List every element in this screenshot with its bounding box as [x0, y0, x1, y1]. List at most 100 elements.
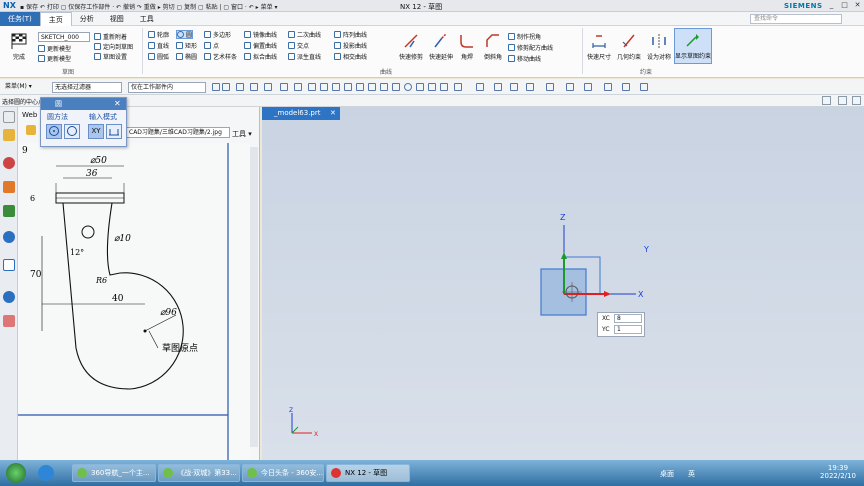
conic-button[interactable]: 二次曲线	[288, 30, 321, 39]
xc-input[interactable]: 8	[614, 314, 642, 323]
move-curve-button[interactable]: 移动曲线	[508, 54, 541, 63]
intersection-snap-icon[interactable]	[356, 83, 364, 91]
task-nx[interactable]: NX 12 - 草图	[326, 464, 410, 482]
ellipse-button[interactable]: 椭圆	[176, 52, 197, 61]
endpoint-icon[interactable]	[320, 83, 328, 91]
print-icon[interactable]	[852, 96, 861, 105]
intersection-point-button[interactable]: 交点	[288, 41, 309, 50]
tab-analysis[interactable]: 分析	[72, 12, 102, 26]
task-browser-1[interactable]: 360导航_一个主...	[72, 464, 156, 482]
tab-view[interactable]: 视图	[102, 12, 132, 26]
section-icon[interactable]	[622, 83, 630, 91]
polygon-button[interactable]: 多边形	[204, 30, 231, 39]
update-model-button-2[interactable]: 更新模型	[38, 54, 71, 63]
tab-home[interactable]: 主页	[39, 12, 72, 26]
tab-tools[interactable]: 工具	[132, 12, 162, 26]
shaded-icon[interactable]	[584, 83, 592, 91]
angle-snap-icon[interactable]	[392, 83, 400, 91]
grid-icon[interactable]	[308, 83, 316, 91]
control-point-icon[interactable]	[344, 83, 352, 91]
rotate-icon[interactable]	[526, 83, 534, 91]
cursor-icon[interactable]	[250, 83, 258, 91]
part-file-tab[interactable]: _model63.prt ✕	[262, 107, 340, 120]
spline-button[interactable]: 艺术样条	[204, 52, 237, 61]
pan-icon[interactable]	[264, 83, 272, 91]
parameter-mode-button[interactable]	[106, 124, 122, 139]
arc-button[interactable]: 圆弧	[148, 52, 169, 61]
derived-line-button[interactable]: 派生直线	[288, 52, 321, 61]
point-button[interactable]: 点	[204, 41, 219, 50]
command-search-input[interactable]: 查找命令	[750, 14, 842, 24]
graphics-window[interactable]: X Z Y X Z	[262, 107, 864, 460]
constraint-navigator-icon[interactable]	[3, 157, 15, 169]
trim-recipe-button[interactable]: 修剪配方曲线	[508, 43, 553, 52]
home-icon[interactable]	[26, 125, 36, 135]
display-icon[interactable]	[838, 96, 847, 105]
clock-icon[interactable]	[3, 291, 15, 303]
close-button[interactable]: ✕	[852, 1, 863, 10]
menu-button[interactable]: 菜单(M) ▾	[3, 82, 47, 93]
show-constraints-button[interactable]: 显示草图约束	[674, 28, 712, 64]
sketch-name-select[interactable]: SKETCH_000	[38, 32, 90, 42]
render-style-icon[interactable]	[476, 83, 484, 91]
wireframe-icon[interactable]	[604, 83, 612, 91]
point-on-surface-icon[interactable]	[440, 83, 448, 91]
select-icon[interactable]	[212, 83, 220, 91]
tangent-snap-icon[interactable]	[380, 83, 388, 91]
assembly-navigator-icon[interactable]	[3, 129, 15, 141]
three-point-button[interactable]	[64, 124, 80, 139]
more-icon[interactable]	[640, 83, 648, 91]
make-corner-button[interactable]: 制作拐角	[508, 32, 541, 41]
profile-button[interactable]: 轮廓	[148, 30, 169, 39]
task-browser-2[interactable]: 《战·双城》第33...	[158, 464, 240, 482]
xy-mode-button[interactable]: XY	[88, 124, 104, 139]
ie-icon[interactable]	[38, 465, 54, 481]
midpoint-icon[interactable]	[332, 83, 340, 91]
cube-icon[interactable]	[294, 83, 302, 91]
ime-indicator[interactable]: 英	[688, 469, 695, 479]
roles-icon[interactable]	[3, 315, 15, 327]
curve-snap-icon[interactable]	[368, 83, 376, 91]
sketch-settings-button[interactable]: 草图设置	[94, 52, 127, 61]
mirror-curve-button[interactable]: 镜像曲线	[244, 30, 277, 39]
scrollbar[interactable]	[250, 147, 258, 447]
desktop-label[interactable]: 桌面	[660, 469, 674, 479]
circle-button[interactable]: 圆	[176, 30, 194, 39]
maximize-button[interactable]: □	[839, 1, 850, 10]
select-all-icon[interactable]	[222, 83, 230, 91]
view-orientation-icon[interactable]	[494, 83, 502, 91]
reattach-button[interactable]: 重新附着	[94, 32, 127, 41]
center-radius-button[interactable]	[46, 124, 62, 139]
pattern-curve-button[interactable]: 阵列曲线	[334, 30, 367, 39]
tools-menu[interactable]: 工具 ▾	[232, 129, 252, 139]
snap-icon[interactable]	[236, 83, 244, 91]
start-button[interactable]	[6, 463, 26, 483]
quick-access-toolbar[interactable]: ▪ 保存 ↶ 打印 ▢ 仅保存工作部件 · ↶ 撤销 ↷ 重做 ▸ 剪切 ▢ 复…	[20, 2, 278, 11]
quadrant-snap-icon[interactable]	[416, 83, 424, 91]
line-button[interactable]: 直线	[148, 41, 169, 50]
chamfer-button[interactable]: 倒斜角	[478, 30, 508, 61]
color-icon[interactable]	[566, 83, 574, 91]
point-on-curve-icon[interactable]	[428, 83, 436, 91]
update-model-button[interactable]: 更新模型	[38, 44, 71, 53]
project-curve-button[interactable]: 投影曲线	[334, 41, 367, 50]
system-clock[interactable]: 19:39 2022/2/10	[818, 464, 858, 480]
dialog-close-button[interactable]: ✕	[114, 98, 124, 110]
history-icon[interactable]	[3, 259, 15, 271]
selection-filter-select[interactable]: 无选择过滤器	[52, 82, 122, 93]
selection-scope-select[interactable]: 仅在工作部件内	[128, 82, 206, 93]
rectangle-button[interactable]: 矩形	[176, 41, 197, 50]
view-icon[interactable]	[822, 96, 831, 105]
reuse-library-icon[interactable]	[3, 205, 15, 217]
minimize-button[interactable]: _	[826, 1, 837, 10]
fit-view-icon[interactable]	[280, 83, 288, 91]
finish-sketch-button[interactable]: 完成	[4, 30, 34, 61]
part-navigator-icon[interactable]	[3, 181, 15, 193]
web-tab[interactable]: Web	[22, 111, 37, 119]
settings-icon[interactable]	[3, 111, 15, 123]
fit-curve-button[interactable]: 拟合曲线	[244, 52, 277, 61]
offset-curve-button[interactable]: 偏置曲线	[244, 41, 277, 50]
geometric-constraint-button[interactable]: 几何约束	[614, 30, 644, 61]
task-browser-3[interactable]: 今日头条 - 360安...	[242, 464, 324, 482]
layer-icon[interactable]	[546, 83, 554, 91]
